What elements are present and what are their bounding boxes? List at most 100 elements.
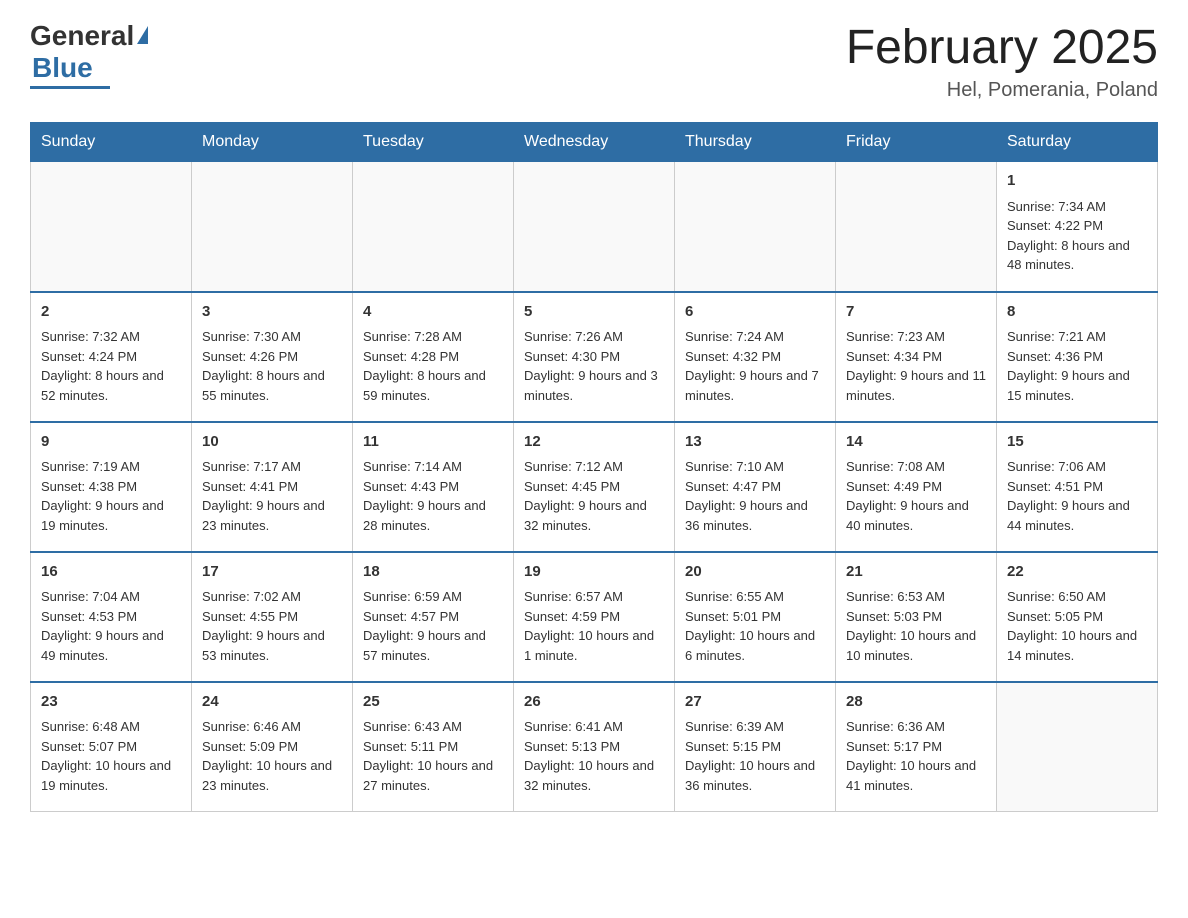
- day-number: 10: [202, 431, 342, 454]
- day-info: Sunrise: 7:28 AM: [363, 327, 503, 347]
- day-number: 18: [363, 561, 503, 584]
- day-number: 23: [41, 691, 181, 714]
- calendar-cell: 16 Sunrise: 7:04 AMSunset: 4:53 PMDayligh…: [31, 552, 192, 682]
- day-info: Sunrise: 6:48 AM: [41, 717, 181, 737]
- day-number: 16: [41, 561, 181, 584]
- day-number: 1: [1007, 170, 1147, 193]
- day-info: Sunrise: 6:59 AM: [363, 587, 503, 607]
- logo-brand: General: [30, 20, 134, 52]
- calendar-subtitle: Hel, Pomerania, Poland: [846, 79, 1158, 102]
- col-thursday: Thursday: [675, 123, 836, 162]
- calendar-cell: 25Sunrise: 6:43 AMSunset: 5:11 PMDayligh…: [353, 682, 514, 812]
- day-info: Sunset: 5:05 PM: [1007, 607, 1147, 627]
- calendar-title-section: February 2025 Hel, Pomerania, Poland: [846, 20, 1158, 102]
- calendar-cell: 22Sunrise: 6:50 AMSunset: 5:05 PMDayligh…: [997, 552, 1158, 682]
- col-friday: Friday: [836, 123, 997, 162]
- day-number: 8: [1007, 301, 1147, 324]
- calendar-cell: 20Sunrise: 6:55 AMSunset: 5:01 PMDayligh…: [675, 552, 836, 682]
- day-number: 6: [685, 301, 825, 324]
- calendar-cell: [675, 162, 836, 292]
- calendar-cell: 3Sunrise: 7:30 AMSunset: 4:26 PMDaylight…: [192, 292, 353, 422]
- day-info: Sunrise: 7:17 AM: [202, 457, 342, 477]
- calendar-cell: 23Sunrise: 6:48 AMSunset: 5:07 PMDayligh…: [31, 682, 192, 812]
- day-info: Daylight: 9 hours and 7 minutes.: [685, 366, 825, 405]
- day-info: Sunrise: 6:41 AM: [524, 717, 664, 737]
- day-info: Sunrise: 6:57 AM: [524, 587, 664, 607]
- day-number: 12: [524, 431, 664, 454]
- day-info: Sunset: 5:01 PM: [685, 607, 825, 627]
- day-info: Sunrise: 6:36 AM: [846, 717, 986, 737]
- logo-underline: [30, 86, 110, 89]
- day-info: Daylight: 9 hours and 23 minutes.: [202, 496, 342, 535]
- col-wednesday: Wednesday: [514, 123, 675, 162]
- calendar-cell: 27Sunrise: 6:39 AMSunset: 5:15 PMDayligh…: [675, 682, 836, 812]
- logo-triangle-icon: [137, 26, 148, 44]
- day-info: Sunset: 4:47 PM: [685, 477, 825, 497]
- day-info: Sunrise: 7:10 AM: [685, 457, 825, 477]
- day-info: Sunrise: 7:04 AM: [41, 587, 181, 607]
- day-number: 25: [363, 691, 503, 714]
- col-sunday: Sunday: [31, 123, 192, 162]
- calendar-cell: [192, 162, 353, 292]
- day-info: Sunset: 4:53 PM: [41, 607, 181, 627]
- day-number: 5: [524, 301, 664, 324]
- day-info: Daylight: 9 hours and 53 minutes.: [202, 626, 342, 665]
- day-number: 27: [685, 691, 825, 714]
- calendar-cell: 26Sunrise: 6:41 AMSunset: 5:13 PMDayligh…: [514, 682, 675, 812]
- day-info: Daylight: 10 hours and 1 minute.: [524, 626, 664, 665]
- day-info: Daylight: 9 hours and 49 minutes.: [41, 626, 181, 665]
- calendar-cell: 15Sunrise: 7:06 AMSunset: 4:51 PMDayligh…: [997, 422, 1158, 552]
- day-info: Daylight: 9 hours and 11 minutes.: [846, 366, 986, 405]
- day-info: Sunset: 4:26 PM: [202, 347, 342, 367]
- calendar-cell: [514, 162, 675, 292]
- calendar-cell: 21Sunrise: 6:53 AMSunset: 5:03 PMDayligh…: [836, 552, 997, 682]
- day-number: 19: [524, 561, 664, 584]
- calendar-cell: 9Sunrise: 7:19 AMSunset: 4:38 PMDaylight…: [31, 422, 192, 552]
- day-info: Sunset: 4:34 PM: [846, 347, 986, 367]
- day-info: Daylight: 9 hours and 3 minutes.: [524, 366, 664, 405]
- day-info: Sunrise: 7:32 AM: [41, 327, 181, 347]
- calendar-cell: 11Sunrise: 7:14 AMSunset: 4:43 PMDayligh…: [353, 422, 514, 552]
- day-info: Sunset: 5:11 PM: [363, 737, 503, 757]
- day-info: Sunrise: 6:39 AM: [685, 717, 825, 737]
- day-info: Sunrise: 7:23 AM: [846, 327, 986, 347]
- day-number: 3: [202, 301, 342, 324]
- day-info: Sunrise: 6:46 AM: [202, 717, 342, 737]
- day-number: 11: [363, 431, 503, 454]
- calendar-cell: 12Sunrise: 7:12 AMSunset: 4:45 PMDayligh…: [514, 422, 675, 552]
- day-info: Sunset: 5:07 PM: [41, 737, 181, 757]
- day-number: 9: [41, 431, 181, 454]
- calendar-cell: 7 Sunrise: 7:23 AMSunset: 4:34 PMDaylight…: [836, 292, 997, 422]
- logo-brand2: Blue: [32, 52, 93, 83]
- day-number: 13: [685, 431, 825, 454]
- calendar-cell: 6Sunrise: 7:24 AMSunset: 4:32 PMDaylight…: [675, 292, 836, 422]
- calendar-cell: 17Sunrise: 7:02 AMSunset: 4:55 PMDayligh…: [192, 552, 353, 682]
- day-number: 14: [846, 431, 986, 454]
- calendar-cell: 24Sunrise: 6:46 AMSunset: 5:09 PMDayligh…: [192, 682, 353, 812]
- day-info: Sunrise: 6:53 AM: [846, 587, 986, 607]
- day-info: Sunrise: 6:50 AM: [1007, 587, 1147, 607]
- day-info: Daylight: 9 hours and 36 minutes.: [685, 496, 825, 535]
- day-info: Sunset: 5:03 PM: [846, 607, 986, 627]
- calendar-cell: 13 Sunrise: 7:10 AMSunset: 4:47 PMDayligh…: [675, 422, 836, 552]
- day-number: 7: [846, 301, 986, 324]
- calendar-cell: 14Sunrise: 7:08 AMSunset: 4:49 PMDayligh…: [836, 422, 997, 552]
- day-info: Sunrise: 7:24 AM: [685, 327, 825, 347]
- day-info: Sunset: 4:57 PM: [363, 607, 503, 627]
- day-info: Daylight: 9 hours and 44 minutes.: [1007, 496, 1147, 535]
- day-info: Daylight: 9 hours and 57 minutes.: [363, 626, 503, 665]
- day-info: Sunset: 4:36 PM: [1007, 347, 1147, 367]
- day-info: Daylight: 9 hours and 40 minutes.: [846, 496, 986, 535]
- calendar-cell: 28Sunrise: 6:36 AMSunset: 5:17 PMDayligh…: [836, 682, 997, 812]
- calendar-cell: 4Sunrise: 7:28 AMSunset: 4:28 PMDaylight…: [353, 292, 514, 422]
- day-info: Sunrise: 7:08 AM: [846, 457, 986, 477]
- page-header: General Blue February 2025 Hel, Pomerani…: [30, 20, 1158, 102]
- day-info: Daylight: 8 hours and 55 minutes.: [202, 366, 342, 405]
- day-info: Sunset: 4:43 PM: [363, 477, 503, 497]
- day-number: 15: [1007, 431, 1147, 454]
- calendar-cell: 18 Sunrise: 6:59 AMSunset: 4:57 PMDayligh…: [353, 552, 514, 682]
- day-info: Daylight: 8 hours and 52 minutes.: [41, 366, 181, 405]
- day-info: Daylight: 10 hours and 23 minutes.: [202, 756, 342, 795]
- day-number: 20: [685, 561, 825, 584]
- day-info: Daylight: 10 hours and 6 minutes.: [685, 626, 825, 665]
